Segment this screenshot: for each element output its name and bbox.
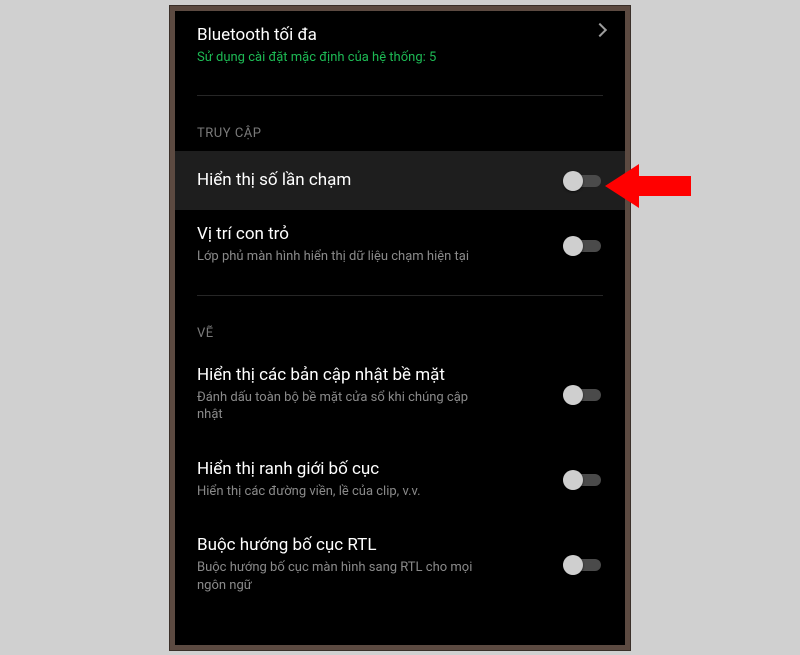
surface-updates-item[interactable]: Hiển thị các bản cập nhật bề mặt Đánh dấ… [175, 351, 625, 439]
pointer-location-item[interactable]: Vị trí con trỏ Lớp phủ màn hình hiển thị… [175, 210, 625, 280]
pointer-location-toggle[interactable] [563, 236, 601, 256]
force-rtl-title: Buộc hướng bố cục RTL [197, 534, 543, 557]
layout-bounds-title: Hiển thị ranh giới bố cục [197, 458, 543, 481]
layout-bounds-toggle[interactable] [563, 470, 601, 490]
surface-updates-title: Hiển thị các bản cập nhật bề mặt [197, 364, 543, 387]
toggle-thumb [563, 171, 583, 191]
pointer-location-subtitle: Lớp phủ màn hình hiển thị dữ liệu chạm h… [197, 248, 543, 266]
toggle-thumb [563, 385, 583, 405]
section-header-access: TRUY CẬP [175, 96, 625, 151]
force-rtl-subtitle: Buộc hướng bố cục màn hình sang RTL cho … [197, 559, 543, 594]
layout-bounds-item[interactable]: Hiển thị ranh giới bố cục Hiển thị các đ… [175, 445, 625, 515]
section-header-draw: VẼ [175, 296, 625, 351]
bluetooth-max-subtitle: Sử dụng cài đặt mặc định của hệ thống: 5 [197, 49, 603, 67]
pointer-location-title: Vị trí con trỏ [197, 223, 543, 246]
toggle-thumb [563, 470, 583, 490]
bluetooth-max-item[interactable]: Bluetooth tối đa Sử dụng cài đặt mặc địn… [175, 11, 625, 81]
spacer [175, 281, 625, 295]
show-taps-title: Hiển thị số lần chạm [197, 169, 543, 192]
bluetooth-max-title: Bluetooth tối đa [197, 24, 603, 47]
toggle-thumb [563, 236, 583, 256]
show-taps-item[interactable]: Hiển thị số lần chạm [175, 151, 625, 210]
layout-bounds-subtitle: Hiển thị các đường viền, lề của clip, v.… [197, 483, 543, 501]
surface-updates-toggle[interactable] [563, 385, 601, 405]
toggle-thumb [563, 555, 583, 575]
surface-updates-subtitle: Đánh dấu toàn bộ bề mặt cửa sổ khi chúng… [197, 389, 543, 424]
show-taps-toggle[interactable] [563, 171, 601, 191]
settings-panel: Bluetooth tối đa Sử dụng cài đặt mặc địn… [170, 6, 630, 650]
force-rtl-item[interactable]: Buộc hướng bố cục RTL Buộc hướng bố cục … [175, 521, 625, 609]
force-rtl-toggle[interactable] [563, 555, 601, 575]
spacer [175, 81, 625, 95]
